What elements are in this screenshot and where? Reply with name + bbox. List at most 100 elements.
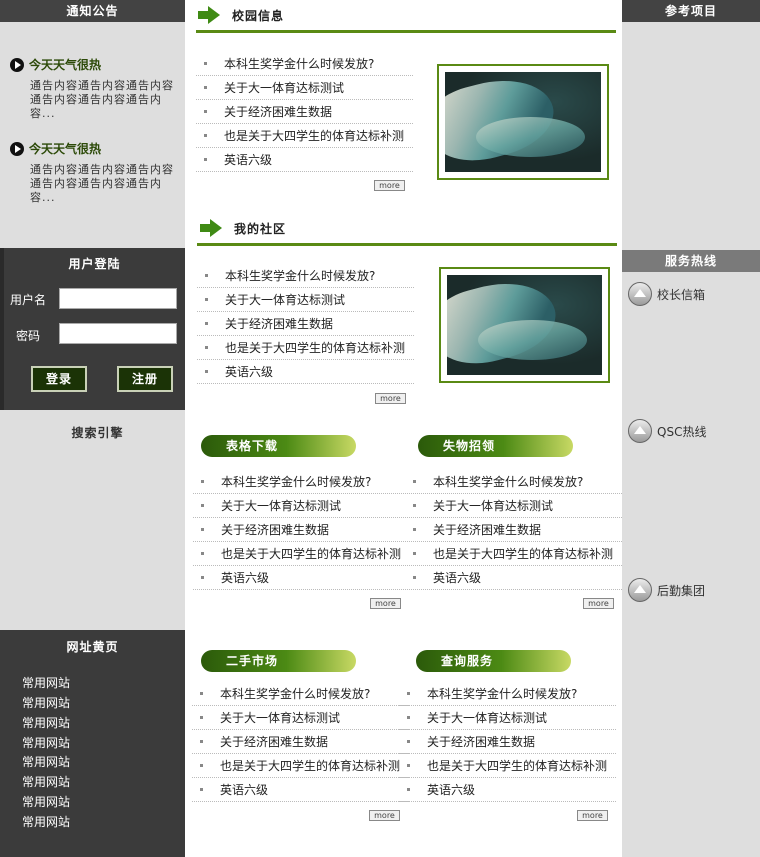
username-input[interactable]: [59, 288, 177, 309]
notice-title: 通知公告: [0, 0, 185, 22]
bullet-icon: [204, 134, 207, 137]
list-item[interactable]: 也是关于大四学生的体育达标补测: [192, 754, 409, 778]
downloads-section-pill[interactable]: 表格下载: [201, 435, 356, 457]
downloads-list: 本科生奖学金什么时候发放? 关于大一体育达标测试 关于经济困难生数据 也是关于大…: [193, 470, 410, 592]
service-item[interactable]: 后勤集团: [628, 578, 705, 602]
list-item[interactable]: 英语六级: [399, 778, 616, 802]
more-button[interactable]: more: [375, 393, 406, 404]
bullet-icon: [201, 576, 204, 579]
list-item[interactable]: 也是关于大四学生的体育达标补测: [399, 754, 616, 778]
list-item[interactable]: 关于大一体育达标测试: [193, 494, 410, 518]
bullet-icon: [205, 298, 208, 301]
list-item[interactable]: 关于经济困难生数据: [193, 518, 410, 542]
list-item[interactable]: 关于经济困难生数据: [405, 518, 622, 542]
bullet-icon: [205, 274, 208, 277]
more-button[interactable]: more: [583, 598, 614, 609]
list-item[interactable]: 也是关于大四学生的体育达标补测: [196, 124, 413, 148]
list-item[interactable]: 英语六级: [197, 360, 414, 384]
play-icon: [10, 141, 24, 156]
link-item[interactable]: 常用网站: [22, 674, 70, 691]
list-item[interactable]: 也是关于大四学生的体育达标补测: [197, 336, 414, 360]
list-item[interactable]: 关于经济困难生数据: [192, 730, 409, 754]
bullet-icon: [413, 576, 416, 579]
community-photo[interactable]: [439, 267, 610, 383]
list-item[interactable]: 本科生奖学金什么时候发放?: [197, 264, 414, 288]
notice-item-body: 通告内容通告内容通告内容通告内容通告内容通告内容...: [30, 163, 174, 204]
list-item[interactable]: 关于大一体育达标测试: [405, 494, 622, 518]
link-item[interactable]: 常用网站: [22, 813, 70, 830]
service-label[interactable]: QSC热线: [657, 423, 706, 440]
list-item[interactable]: 关于大一体育达标测试: [399, 706, 616, 730]
bullet-icon: [200, 716, 203, 719]
notice-item-title[interactable]: 今天天气很热: [29, 140, 101, 157]
service-label[interactable]: 校长信箱: [657, 286, 705, 303]
section-divider: [196, 30, 616, 33]
service-item[interactable]: QSC热线: [628, 419, 706, 443]
list-item[interactable]: 本科生奖学金什么时候发放?: [193, 470, 410, 494]
link-item[interactable]: 常用网站: [22, 694, 70, 711]
more-button[interactable]: more: [577, 810, 608, 821]
bullet-icon: [413, 552, 416, 555]
lostfound-list: 本科生奖学金什么时候发放? 关于大一体育达标测试 关于经济困难生数据 也是关于大…: [405, 470, 622, 592]
bullet-icon: [201, 528, 204, 531]
right-sidebar: 参考项目 服务热线 校长信箱 QSC热线 后勤集团: [622, 0, 760, 857]
link-item[interactable]: 常用网站: [22, 753, 70, 770]
reference-title: 参考项目: [622, 0, 760, 22]
up-arrow-icon: [628, 282, 652, 306]
link-item[interactable]: 常用网站: [22, 773, 70, 790]
list-item[interactable]: 关于大一体育达标测试: [197, 288, 414, 312]
list-item[interactable]: 英语六级: [193, 566, 410, 590]
campus-list: 本科生奖学金什么时候发放? 关于大一体育达标测试 关于经济困难生数据 也是关于大…: [196, 52, 413, 174]
password-input[interactable]: [59, 323, 177, 344]
search-title: 搜索引擎: [71, 426, 124, 440]
bullet-icon: [200, 740, 203, 743]
play-icon: [10, 57, 24, 72]
list-item[interactable]: 英语六级: [405, 566, 622, 590]
market-list: 本科生奖学金什么时候发放? 关于大一体育达标测试 关于经济困难生数据 也是关于大…: [192, 682, 409, 804]
list-item[interactable]: 关于大一体育达标测试: [196, 76, 413, 100]
list-item[interactable]: 关于大一体育达标测试: [192, 706, 409, 730]
query-section-pill[interactable]: 查询服务: [416, 650, 571, 672]
campus-photo[interactable]: [437, 64, 609, 180]
list-item[interactable]: 本科生奖学金什么时候发放?: [196, 52, 413, 76]
market-section-pill[interactable]: 二手市场: [201, 650, 356, 672]
link-item[interactable]: 常用网站: [22, 714, 70, 731]
bullet-icon: [204, 110, 207, 113]
list-item[interactable]: 本科生奖学金什么时候发放?: [192, 682, 409, 706]
lostfound-section-pill[interactable]: 失物招领: [418, 435, 573, 457]
notice-item[interactable]: 今天天气很热 通告内容通告内容通告内容通告内容通告内容通告内容...: [10, 140, 180, 205]
list-item[interactable]: 本科生奖学金什么时候发放?: [405, 470, 622, 494]
list-item[interactable]: 本科生奖学金什么时候发放?: [399, 682, 616, 706]
bullet-icon: [204, 62, 207, 65]
links-panel: 网址黄页 常用网站 常用网站 常用网站 常用网站 常用网站 常用网站 常用网站 …: [0, 630, 185, 857]
more-button[interactable]: more: [369, 810, 400, 821]
service-title: 服务热线: [622, 250, 760, 272]
bullet-icon: [205, 322, 208, 325]
list-item[interactable]: 英语六级: [196, 148, 413, 172]
bullet-icon: [200, 788, 203, 791]
login-button[interactable]: 登录: [31, 366, 87, 392]
service-item[interactable]: 校长信箱: [628, 282, 705, 306]
notice-item[interactable]: 今天天气很热 通告内容通告内容通告内容通告内容通告内容通告内容...: [10, 56, 180, 121]
list-item[interactable]: 也是关于大四学生的体育达标补测: [193, 542, 410, 566]
list-item[interactable]: 关于经济困难生数据: [196, 100, 413, 124]
service-label[interactable]: 后勤集团: [657, 582, 705, 599]
register-button[interactable]: 注册: [117, 366, 173, 392]
list-item[interactable]: 关于经济困难生数据: [197, 312, 414, 336]
bullet-icon: [407, 692, 410, 695]
more-button[interactable]: more: [370, 598, 401, 609]
bullet-icon: [413, 528, 416, 531]
community-list: 本科生奖学金什么时候发放? 关于大一体育达标测试 关于经济困难生数据 也是关于大…: [197, 264, 414, 386]
more-button[interactable]: more: [374, 180, 405, 191]
bullet-icon: [407, 764, 410, 767]
left-sidebar: 通知公告 今天天气很热 通告内容通告内容通告内容通告内容通告内容通告内容... …: [0, 0, 185, 857]
list-item[interactable]: 英语六级: [192, 778, 409, 802]
arrow-right-icon: [200, 219, 222, 237]
list-item[interactable]: 关于经济困难生数据: [399, 730, 616, 754]
notice-item-title[interactable]: 今天天气很热: [29, 56, 101, 73]
link-item[interactable]: 常用网站: [22, 793, 70, 810]
arrow-right-icon: [198, 6, 220, 24]
link-item[interactable]: 常用网站: [22, 734, 70, 751]
up-arrow-icon: [628, 419, 652, 443]
list-item[interactable]: 也是关于大四学生的体育达标补测: [405, 542, 622, 566]
